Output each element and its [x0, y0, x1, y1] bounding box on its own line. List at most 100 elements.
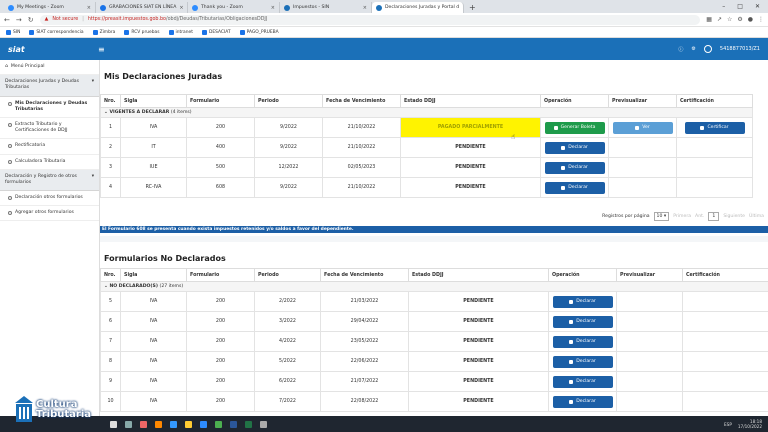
siat-logo[interactable]: siat	[8, 45, 98, 54]
avatar[interactable]	[703, 45, 712, 53]
user-name[interactable]: 5418877013/Z1	[720, 46, 760, 52]
tab-close-icon[interactable]: ×	[179, 5, 183, 11]
column-header[interactable]: Certificación	[676, 94, 753, 108]
word-icon[interactable]	[230, 420, 237, 428]
row-formulario: 200	[186, 331, 255, 352]
declarar-button[interactable]: Declarar	[552, 335, 613, 348]
column-header[interactable]: Periodo	[254, 268, 321, 282]
sidebar-item-label: Calculadora Tributaria	[15, 158, 66, 164]
app-icon-2[interactable]	[260, 420, 267, 428]
sidebar-group[interactable]: Declaración y Registro de otros formular…	[0, 169, 99, 192]
first-page-button[interactable]: Primera	[673, 214, 691, 219]
page-size-select[interactable]: 10 ▾	[653, 212, 670, 221]
chrome-icon[interactable]	[215, 420, 222, 428]
excel-icon[interactable]	[245, 420, 252, 428]
sidebar-item[interactable]: Declaración otros formularios	[0, 191, 99, 207]
zoom-icon[interactable]	[200, 420, 207, 428]
reload-icon[interactable]: ↻	[28, 16, 34, 24]
column-header[interactable]: Previsualizar	[608, 94, 677, 108]
edge-icon[interactable]	[170, 420, 177, 428]
browser-tab[interactable]: Declaraciones Juradas y Portal d×	[372, 2, 464, 13]
column-header[interactable]: Sigla	[120, 268, 187, 282]
declarar-button[interactable]: Declarar	[544, 181, 605, 194]
column-header[interactable]: Fecha de Vencimiento	[322, 94, 401, 108]
bookmark-item[interactable]: SIN	[6, 29, 20, 35]
column-header[interactable]: Estado DDJJ	[408, 268, 549, 282]
sidebar-item[interactable]: Mis Declaraciones y Deudas Tributarias	[0, 97, 99, 118]
extensions-icon[interactable]: ⚙	[737, 16, 742, 23]
declarar-button[interactable]: Declarar	[552, 395, 613, 408]
last-page-button[interactable]: Última	[749, 214, 764, 219]
sidebar-item[interactable]: Calculadora Tributaria	[0, 155, 99, 170]
column-header[interactable]: Fecha de Vencimiento	[320, 268, 409, 282]
menu-dots-icon[interactable]: ⋮	[758, 16, 764, 23]
translate-icon[interactable]: ▦	[706, 16, 712, 23]
sidebar-item[interactable]: Extracto Tributario y Certificaciones de…	[0, 118, 99, 140]
declarar-button[interactable]: Declarar	[552, 315, 613, 328]
column-header[interactable]: Nro.	[100, 94, 121, 108]
clock[interactable]: 18:18 17/10/2022	[738, 419, 762, 429]
new-tab-button[interactable]: +	[464, 2, 481, 13]
browser-tab[interactable]: My Meetings - Zoom ×	[4, 2, 96, 13]
tray-lang[interactable]: ESP	[724, 422, 732, 427]
declarar-button[interactable]: Declarar	[552, 375, 613, 388]
ver-button[interactable]: Ver	[612, 121, 673, 134]
minimize-icon[interactable]: –	[722, 3, 725, 10]
hamburger-menu-icon[interactable]: ≡	[98, 45, 105, 54]
column-header[interactable]: Operación	[548, 268, 617, 282]
group-row[interactable]: ⌄ NO DECLARADO(S) (27 items)	[100, 281, 768, 292]
folder-icon[interactable]	[185, 420, 192, 428]
bookmark-item[interactable]: PAGO_PRUEBA	[239, 29, 279, 35]
url-bar[interactable]: ▲ Not secure | https://preasit.impuestos…	[39, 14, 701, 25]
current-page[interactable]: 1	[708, 212, 720, 221]
declarar-button[interactable]: Declarar	[544, 141, 605, 154]
profile-icon[interactable]: ●	[748, 16, 753, 23]
bookmark-item[interactable]: RCV pruebas	[124, 29, 160, 35]
column-header[interactable]: Nro.	[100, 268, 121, 282]
column-header[interactable]: Formulario	[186, 268, 255, 282]
column-header[interactable]: Operación	[540, 94, 609, 108]
settings-icon[interactable]: ⚙	[691, 46, 695, 52]
search-icon[interactable]	[125, 420, 132, 428]
close-window-icon[interactable]: ✕	[755, 3, 760, 10]
column-header[interactable]: Previsualizar	[616, 268, 683, 282]
column-header[interactable]: Certificación	[682, 268, 768, 282]
declarar-button[interactable]: Declarar	[544, 161, 605, 174]
firefox-icon[interactable]	[155, 420, 162, 428]
bookmark-item[interactable]: intranet	[168, 29, 193, 35]
declarar-button[interactable]: Declarar	[552, 355, 613, 368]
sidebar-item[interactable]: Rectificatoria	[0, 139, 99, 155]
bookmark-item[interactable]: SIAT correspondencia	[29, 29, 84, 35]
browser-tab[interactable]: GRABACIONES SIAT EN LÍNEA ×	[96, 2, 188, 13]
forward-icon[interactable]: →	[16, 16, 22, 24]
browser-tab[interactable]: Thank you - Zoom ×	[188, 2, 280, 13]
generar-boleta-button[interactable]: Generar Boleta	[544, 121, 605, 134]
bookmark-item[interactable]: Zimbra	[92, 29, 115, 35]
prev-page-button[interactable]: Ant.	[695, 214, 704, 219]
row-vencimiento: 22/08/2022	[320, 391, 409, 412]
sidebar-group[interactable]: Declaraciones Juradas y Deudas Tributari…	[0, 75, 99, 97]
column-header[interactable]: Formulario	[186, 94, 255, 108]
sidebar-item-home[interactable]: ⌂ Menú Principal	[0, 60, 99, 76]
sidebar-item[interactable]: Agregar otros formularios	[0, 206, 99, 222]
group-row[interactable]: ⌄ VIGENTES A DECLARAR (4 items)	[100, 107, 753, 118]
column-header[interactable]: Periodo	[254, 94, 323, 108]
info-icon[interactable]: ⓘ	[678, 46, 683, 53]
tab-close-icon[interactable]: ×	[87, 5, 91, 11]
tab-close-icon[interactable]: ×	[271, 5, 275, 11]
declarar-button[interactable]: Declarar	[552, 295, 613, 308]
maximize-icon[interactable]: □	[737, 3, 743, 10]
bookmark-item[interactable]: DESACIAT	[201, 29, 231, 35]
back-icon[interactable]: ←	[4, 16, 10, 24]
app-icon-1[interactable]	[140, 420, 147, 428]
tab-favicon-icon	[192, 4, 198, 11]
column-header[interactable]: Estado DDJJ	[400, 94, 541, 108]
tab-close-icon[interactable]: ×	[363, 5, 367, 11]
star-icon[interactable]: ☆	[727, 16, 732, 23]
certificar-button[interactable]: Certificar	[684, 121, 745, 134]
windows-start-icon[interactable]	[110, 420, 117, 428]
next-page-button[interactable]: Siguiente	[723, 214, 745, 219]
browser-tab[interactable]: Impuestos - SIN ×	[280, 2, 372, 13]
column-header[interactable]: Sigla	[120, 94, 187, 108]
share-icon[interactable]: ↗	[717, 16, 722, 23]
